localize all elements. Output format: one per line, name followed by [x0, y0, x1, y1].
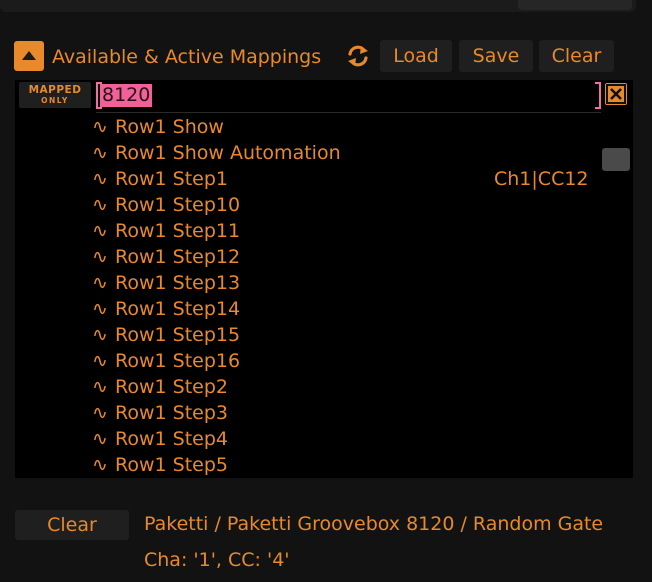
triangle-up-icon [22, 50, 36, 60]
mapping-row-label: Row1 Step13 [115, 272, 241, 294]
mapping-row-label: Row1 Step10 [115, 194, 241, 216]
parameter-icon: ∿ [92, 194, 108, 216]
close-icon [606, 84, 626, 104]
selection-footer: Clear Paketti / Paketti Groovebox 8120 /… [0, 498, 652, 582]
mapping-row[interactable]: ∿ Row1 Step2 [15, 374, 633, 400]
parameter-icon: ∿ [92, 272, 108, 294]
clear-button[interactable]: Clear [539, 40, 614, 72]
load-button[interactable]: Load [380, 40, 452, 72]
mapping-row[interactable]: ∿ Row1 Step16 [15, 348, 633, 374]
mapped-only-sublabel: ONLY [41, 95, 69, 105]
collapse-button[interactable] [14, 41, 44, 71]
save-button[interactable]: Save [459, 40, 533, 72]
parameter-icon: ∿ [92, 402, 108, 424]
parameter-icon: ∿ [92, 454, 108, 476]
mapping-row-label: Row1 Step1 [115, 168, 228, 190]
mapping-row[interactable]: ∿ Row1 Step1 Ch1|CC12 [15, 166, 633, 192]
mapping-row-label: Row1 Show Automation [115, 142, 341, 164]
clear-selected-mapping-button[interactable]: Clear [15, 510, 129, 540]
mapping-row[interactable]: ∿ Row1 Step10 [15, 192, 633, 218]
parameter-icon: ∿ [92, 116, 108, 138]
mapping-row[interactable]: ∿ Row1 Show [15, 114, 633, 140]
mapping-row[interactable]: ∿ Row1 Step15 [15, 322, 633, 348]
previous-section-button[interactable] [518, 0, 632, 10]
mapping-rows: ∿ Row1 Show ∿ Row1 Show Automation ∿ Row1 Ste… [15, 114, 633, 478]
refresh-icon[interactable] [344, 42, 372, 70]
mapping-checkbox[interactable] [602, 148, 630, 171]
previous-section-remnant [0, 0, 636, 12]
parameter-icon: ∿ [92, 350, 108, 372]
mappings-header: Available & Active Mappings Load Save Cl… [0, 38, 652, 74]
mapping-row-label: Row1 Step3 [115, 402, 228, 424]
mapping-row-assignment: Ch1|CC12 [494, 168, 589, 190]
mapping-row[interactable]: ∿ Row1 Step11 [15, 218, 633, 244]
selected-mapping-path: Paketti / Paketti Groovebox 8120 / Rando… [144, 513, 604, 535]
parameter-icon: ∿ [92, 220, 108, 242]
mapping-row[interactable]: ∿ Row1 Step14 [15, 296, 633, 322]
midi-mappings-panel: Available & Active Mappings Load Save Cl… [0, 0, 652, 582]
parameter-icon: ∿ [92, 324, 108, 346]
clear-search-button[interactable] [605, 83, 627, 105]
mapping-row[interactable]: ∿ Row1 Show Automation [15, 140, 633, 166]
mapping-row[interactable]: ∿ Row1 Step5 [15, 452, 633, 478]
mapping-row-label: Row1 Step2 [115, 376, 228, 398]
mapping-row-label: Row1 Step12 [115, 246, 241, 268]
parameter-icon: ∿ [92, 168, 108, 190]
parameter-icon: ∿ [92, 428, 108, 450]
mapping-row-label: Row1 Step15 [115, 324, 241, 346]
mapping-row-label: Row1 Step14 [115, 298, 241, 320]
mapping-row-label: Row1 Step11 [115, 220, 241, 242]
selected-mapping-info: Cha: '1', CC: '4' [144, 549, 290, 571]
mapping-row-label: Row1 Step5 [115, 454, 228, 476]
mapped-only-toggle[interactable]: MAPPED ONLY [19, 82, 91, 108]
mappings-list: MAPPED ONLY 8120 ∿ Row1 Show ∿ Row1 Show Au… [15, 80, 633, 478]
mapping-row[interactable]: ∿ Row1 Step12 [15, 244, 633, 270]
parameter-icon: ∿ [92, 298, 108, 320]
search-input[interactable]: 8120 [96, 80, 601, 113]
search-value: 8120 [100, 84, 153, 107]
mapping-row-label: Row1 Step4 [115, 428, 228, 450]
mapping-row[interactable]: ∿ Row1 Step4 [15, 426, 633, 452]
mapped-only-label: MAPPED [28, 84, 82, 96]
parameter-icon: ∿ [92, 376, 108, 398]
mapping-row[interactable]: ∿ Row1 Step13 [15, 270, 633, 296]
mapping-row-label: Row1 Show [115, 116, 224, 138]
mapping-row[interactable]: ∿ Row1 Step3 [15, 400, 633, 426]
section-title: Available & Active Mappings [52, 46, 322, 68]
parameter-icon: ∿ [92, 246, 108, 268]
parameter-icon: ∿ [92, 142, 108, 164]
mapping-row-label: Row1 Step16 [115, 350, 241, 372]
search-bracket-right [595, 82, 601, 109]
